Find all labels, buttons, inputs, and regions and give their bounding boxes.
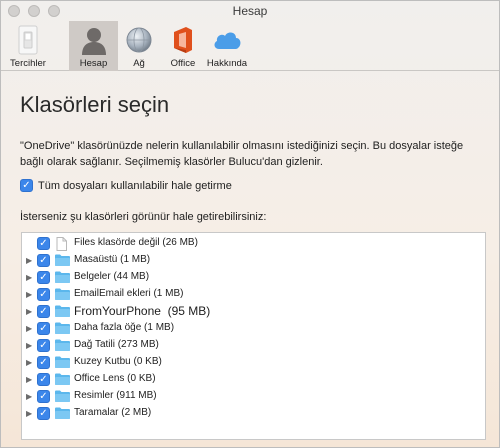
expand-arrow-icon[interactable]: ▶: [26, 324, 34, 333]
tab-label: Hakkında: [206, 58, 248, 69]
expand-arrow-icon[interactable]: ▶: [26, 358, 34, 367]
folder-icon: [55, 390, 70, 405]
tab-ag[interactable]: Ağ: [121, 21, 157, 71]
folder-checkbox[interactable]: ✓: [37, 373, 50, 386]
folder-checkbox[interactable]: ✓: [37, 356, 50, 369]
item-label: Files klasörde değil (26 MB): [74, 237, 198, 248]
item-label: Masaüstü (1 MB): [74, 254, 151, 265]
description-text: "OneDrive" klasörünüzde nelerin kullanıl…: [20, 140, 464, 168]
item-label: EmailEmail ekleri (1 MB): [74, 288, 184, 299]
all-files-checkbox[interactable]: ✓: [20, 179, 33, 192]
expand-arrow-icon[interactable]: ▶: [26, 341, 34, 350]
all-files-label: Tüm dosyaları kullanılabilir hale getirm…: [38, 179, 232, 192]
item-label: Kuzey Kutbu (0 KB): [74, 356, 162, 367]
switch-icon: [17, 23, 39, 57]
page-title: Klasörleri seçin: [20, 92, 170, 117]
folder-checkbox[interactable]: ✓: [37, 237, 50, 250]
network-globe-icon: [125, 23, 153, 57]
folder-list-label: İsterseniz şu klasörleri görünür hale ge…: [20, 211, 267, 223]
main-content: Klasörleri seçin "OneDrive" klasörünüzde…: [1, 72, 499, 447]
folder-checkbox[interactable]: ✓: [37, 390, 50, 403]
tab-hesap[interactable]: Hesap: [69, 21, 118, 71]
folder-checkbox[interactable]: ✓: [37, 322, 50, 335]
all-files-option[interactable]: ✓ Tüm dosyaları kullanılabilir hale geti…: [20, 179, 232, 192]
list-item[interactable]: ▶ ✓ Kuzey Kutbu (0 KB): [22, 354, 485, 371]
folder-list[interactable]: ✓ Files klasörde değil (26 MB) ▶ ✓ Masaü…: [21, 232, 486, 440]
list-item[interactable]: ▶ ✓ Office Lens (0 KB): [22, 371, 485, 388]
tab-label: Office: [170, 58, 196, 69]
folder-icon: [55, 271, 70, 286]
folder-checkbox[interactable]: ✓: [37, 271, 50, 284]
expand-arrow-icon[interactable]: ▶: [26, 273, 34, 282]
expand-arrow-icon[interactable]: ▶: [26, 409, 34, 418]
folder-checkbox[interactable]: ✓: [37, 339, 50, 352]
list-item[interactable]: ▶ ✓ Daha fazla öğe (1 MB): [22, 320, 485, 337]
folder-checkbox[interactable]: ✓: [37, 254, 50, 267]
tab-hakkinda[interactable]: Hakkında: [204, 21, 250, 71]
expand-arrow-icon[interactable]: ▶: [26, 290, 34, 299]
folder-checkbox[interactable]: ✓: [37, 305, 50, 318]
office-icon: [172, 23, 194, 57]
tab-label: Hesap: [79, 58, 108, 69]
minimize-window-button[interactable]: [28, 5, 40, 17]
item-label: Office Lens (0 KB): [74, 373, 156, 384]
window-title: Hesap: [232, 4, 268, 18]
folder-icon: [55, 305, 70, 320]
folder-icon: [55, 254, 70, 269]
item-label: Resimler (911 MB): [74, 390, 157, 401]
list-item[interactable]: ▶ ✓ Masaüstü (1 MB): [22, 252, 485, 269]
item-label: Daha fazla öğe (1 MB): [74, 322, 175, 333]
list-item[interactable]: ▶ ✓ Resimler (911 MB): [22, 388, 485, 405]
tab-tercihler[interactable]: Tercihler: [3, 21, 53, 71]
folder-icon: [55, 339, 70, 354]
list-item[interactable]: ▶ ✓ Belgeler (44 MB): [22, 269, 485, 286]
list-item[interactable]: ✓ Files klasörde değil (26 MB): [22, 235, 485, 252]
window-controls: [8, 5, 60, 17]
tab-label: Tercihler: [10, 58, 46, 69]
tab-label: Ağ: [133, 58, 145, 69]
item-label: FromYourPhone (95 MB): [74, 304, 211, 318]
close-window-button[interactable]: [8, 5, 20, 17]
folder-icon: [55, 407, 70, 422]
list-item[interactable]: ▶ ✓ Dağ Tatili (273 MB): [22, 337, 485, 354]
expand-arrow-icon[interactable]: ▶: [26, 256, 34, 265]
folder-checkbox[interactable]: ✓: [37, 288, 50, 301]
item-label: Taramalar (2 MB): [74, 407, 152, 418]
expand-arrow-icon[interactable]: ▶: [26, 392, 34, 401]
item-label: Dağ Tatili (273 MB): [74, 339, 159, 350]
title-bar: Hesap: [1, 1, 499, 21]
person-icon: [80, 23, 108, 57]
item-label: Belgeler (44 MB): [74, 271, 150, 282]
list-item[interactable]: ▶ ✓ FromYourPhone (95 MB): [22, 303, 485, 320]
list-item[interactable]: ▶ ✓ EmailEmail ekleri (1 MB): [22, 286, 485, 303]
folder-icon: [55, 356, 70, 371]
folder-icon: [55, 322, 70, 337]
expand-arrow-icon[interactable]: ▶: [26, 375, 34, 384]
account-window: Hesap Tercihler Hesap Ağ Office Hakkında…: [0, 0, 500, 448]
expand-arrow-icon[interactable]: ▶: [26, 307, 34, 316]
folder-icon: [55, 288, 70, 303]
cloud-icon: [212, 23, 242, 57]
tab-office[interactable]: Office: [165, 21, 201, 71]
zoom-window-button[interactable]: [48, 5, 60, 17]
preferences-toolbar: Tercihler Hesap Ağ Office Hakkında: [1, 21, 499, 71]
folder-icon: [55, 373, 70, 388]
folder-checkbox[interactable]: ✓: [37, 407, 50, 420]
list-item[interactable]: ▶ ✓ Taramalar (2 MB): [22, 405, 485, 422]
